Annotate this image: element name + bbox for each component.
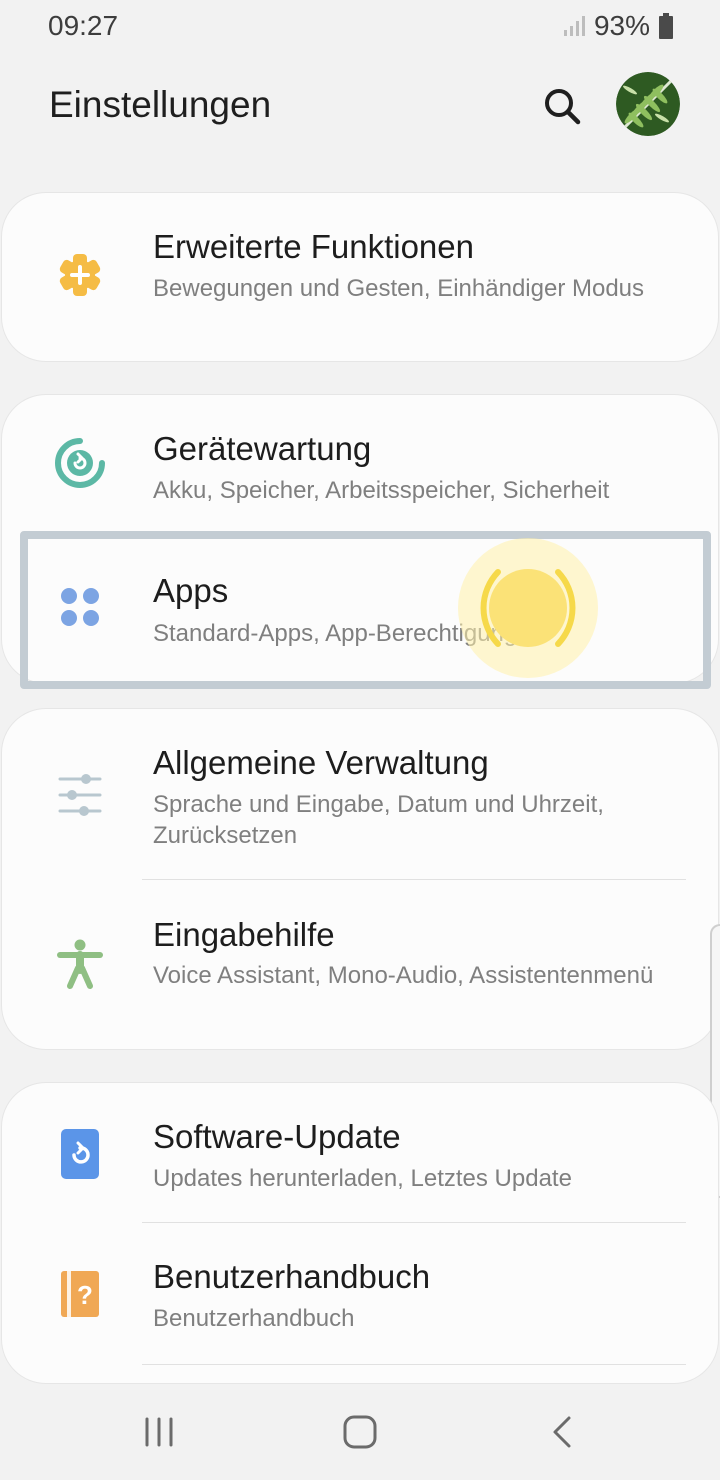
settings-item-title: Erweiterte Funktionen — [153, 228, 474, 265]
battery-percent: 93% — [593, 10, 650, 41]
device-care-icon — [55, 438, 105, 488]
settings-item-subtitle: Bewegungen und Gesten, Einhändiger Modus — [153, 275, 645, 302]
settings-item-subtitle: Benutzerhandbuch — [153, 1305, 355, 1332]
recents-button[interactable] — [135, 1408, 183, 1456]
back-button[interactable] — [539, 1408, 587, 1456]
settings-item-title: Eingabehilfe — [153, 916, 335, 953]
settings-item-title: Allgemeine Verwaltung — [153, 744, 489, 781]
battery-icon — [659, 13, 673, 39]
user-manual-icon: ? — [61, 1271, 99, 1317]
advanced-features-icon — [59, 254, 101, 296]
home-button[interactable] — [336, 1408, 384, 1456]
settings-card-software: Software-Update Updates herunterladen, L… — [2, 1083, 718, 1383]
back-icon — [553, 1416, 571, 1448]
software-update-icon — [61, 1129, 99, 1179]
settings-item-title: Software-Update — [153, 1118, 401, 1155]
settings-item-subtitle: Updates herunterladen, Letztes Update — [153, 1165, 572, 1192]
divider — [142, 1364, 686, 1365]
status-time: 09:27 — [48, 10, 119, 41]
settings-item-advanced-features[interactable]: Erweiterte Funktionen Bewegungen und Ges… — [2, 193, 718, 361]
status-indicators: 93% — [562, 10, 674, 42]
search-button[interactable] — [538, 82, 586, 130]
navigation-bar — [0, 1384, 720, 1480]
signal-icon — [563, 16, 585, 36]
home-icon — [343, 1415, 377, 1449]
settings-item-subtitle: Sprache und Eingabe, Datum und Uhrzeit, … — [153, 791, 604, 849]
settings-card-general: Allgemeine Verwaltung Sprache und Eingab… — [2, 709, 718, 1049]
settings-item-software-update[interactable]: Software-Update Updates herunterladen, L… — [2, 1083, 718, 1222]
accessibility-icon — [57, 939, 103, 989]
settings-item-subtitle: Voice Assistant, Mono-Audio, Assistenten… — [153, 962, 654, 989]
touch-ripple-icon — [480, 569, 576, 647]
settings-item-device-care[interactable]: Gerätewartung Akku, Speicher, Arbeitsspe… — [2, 395, 718, 529]
settings-item-general-management[interactable]: Allgemeine Verwaltung Sprache und Eingab… — [2, 709, 718, 879]
settings-item-title: Benutzerhandbuch — [153, 1258, 431, 1295]
settings-item-accessibility[interactable]: Eingabehilfe Voice Assistant, Mono-Audio… — [2, 880, 718, 1049]
selection-highlight — [20, 531, 711, 689]
settings-card-advanced: Erweiterte Funktionen Bewegungen und Ges… — [2, 193, 718, 361]
status-bar: 09:27 93% — [0, 0, 720, 52]
profile-avatar[interactable] — [616, 72, 680, 136]
page-title: Einstellungen — [49, 84, 272, 125]
settings-item-title: Gerätewartung — [153, 430, 372, 467]
recents-icon — [145, 1417, 173, 1447]
search-icon — [545, 89, 581, 125]
settings-item-user-manual[interactable]: ? Benutzerhandbuch Benutzerhandbuch — [2, 1223, 718, 1363]
general-management-icon — [58, 774, 102, 816]
fern-avatar-image — [616, 72, 680, 136]
svg-text:?: ? — [77, 1280, 93, 1310]
settings-item-subtitle: Akku, Speicher, Arbeitsspeicher, Sicherh… — [153, 477, 610, 504]
